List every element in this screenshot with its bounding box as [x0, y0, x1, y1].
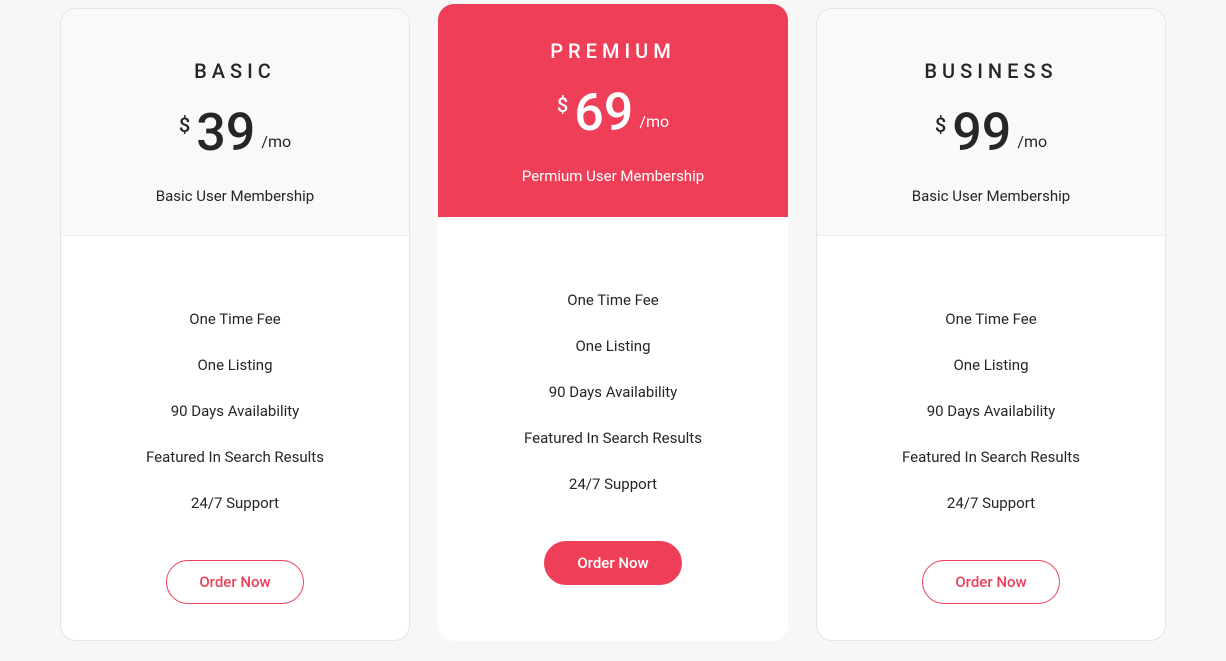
feature-item: 24/7 Support — [524, 461, 702, 507]
price-row: $ 39 /mo — [81, 107, 389, 159]
card-header-premium: PREMIUM $ 69 /mo Permium User Membership — [438, 4, 788, 217]
feature-item: One Time Fee — [524, 277, 702, 323]
currency-symbol: $ — [935, 113, 946, 137]
price-period: /mo — [1017, 132, 1047, 151]
plan-title: BASIC — [81, 59, 389, 83]
feature-item: 24/7 Support — [146, 480, 324, 526]
pricing-card-business: BUSINESS $ 99 /mo Basic User Membership … — [816, 8, 1166, 641]
plan-title: BUSINESS — [837, 59, 1145, 83]
currency-symbol: $ — [557, 93, 568, 117]
feature-item: 90 Days Availability — [902, 388, 1080, 434]
price-amount: 39 — [196, 107, 255, 159]
feature-list: One Time Fee One Listing 90 Days Availab… — [524, 277, 702, 507]
card-body: One Time Fee One Listing 90 Days Availab… — [817, 236, 1165, 640]
price-row: $ 99 /mo — [837, 107, 1145, 159]
card-body: One Time Fee One Listing 90 Days Availab… — [61, 236, 409, 640]
plan-subtitle: Permium User Membership — [458, 167, 768, 185]
feature-item: Featured In Search Results — [146, 434, 324, 480]
feature-item: One Time Fee — [146, 296, 324, 342]
price-row: $ 69 /mo — [458, 87, 768, 139]
feature-item: Featured In Search Results — [524, 415, 702, 461]
price-amount: 69 — [574, 87, 633, 139]
order-now-button[interactable]: Order Now — [922, 560, 1059, 604]
feature-item: 90 Days Availability — [524, 369, 702, 415]
card-header-business: BUSINESS $ 99 /mo Basic User Membership — [817, 9, 1165, 236]
price-period: /mo — [261, 132, 291, 151]
pricing-container: BASIC $ 39 /mo Basic User Membership One… — [0, 0, 1226, 661]
order-now-button[interactable]: Order Now — [166, 560, 303, 604]
feature-item: One Time Fee — [902, 296, 1080, 342]
plan-subtitle: Basic User Membership — [81, 187, 389, 205]
feature-item: 24/7 Support — [902, 480, 1080, 526]
feature-list: One Time Fee One Listing 90 Days Availab… — [902, 296, 1080, 526]
price-period: /mo — [639, 112, 669, 131]
card-body: One Time Fee One Listing 90 Days Availab… — [438, 217, 788, 641]
feature-list: One Time Fee One Listing 90 Days Availab… — [146, 296, 324, 526]
plan-title: PREMIUM — [458, 39, 768, 63]
feature-item: 90 Days Availability — [146, 388, 324, 434]
pricing-card-basic: BASIC $ 39 /mo Basic User Membership One… — [60, 8, 410, 641]
plan-subtitle: Basic User Membership — [837, 187, 1145, 205]
price-amount: 99 — [952, 107, 1011, 159]
currency-symbol: $ — [179, 113, 190, 137]
feature-item: One Listing — [524, 323, 702, 369]
feature-item: One Listing — [902, 342, 1080, 388]
feature-item: One Listing — [146, 342, 324, 388]
pricing-card-premium: PREMIUM $ 69 /mo Permium User Membership… — [438, 4, 788, 641]
feature-item: Featured In Search Results — [902, 434, 1080, 480]
order-now-button[interactable]: Order Now — [544, 541, 681, 585]
card-header-basic: BASIC $ 39 /mo Basic User Membership — [61, 9, 409, 236]
